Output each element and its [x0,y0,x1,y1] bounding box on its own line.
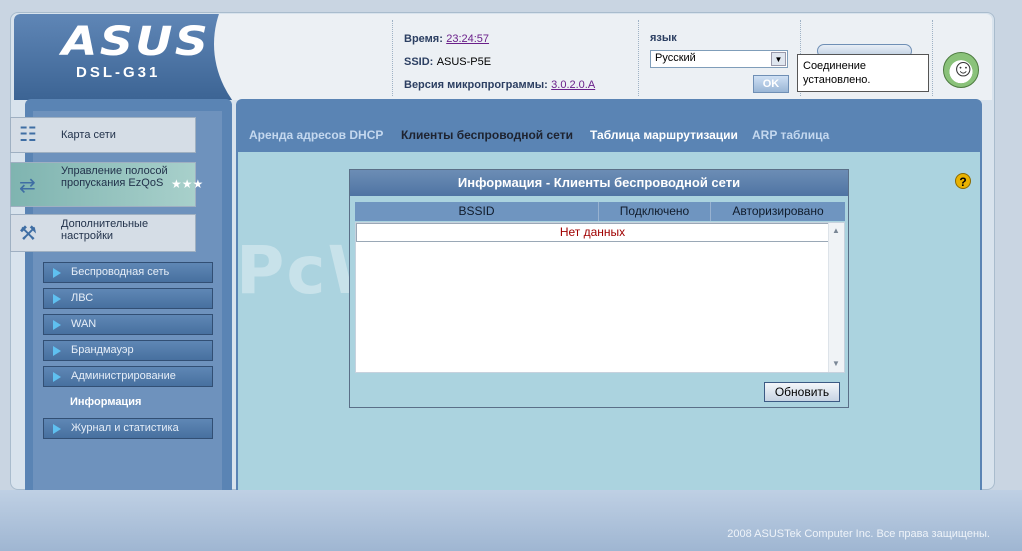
sidebar-item-label: ЛВС [71,292,94,304]
tab-arp-table[interactable]: ARP таблица [752,128,829,142]
table-header: BSSID Подключено Авторизировано [355,202,845,221]
panel-title: Информация - Клиенты беспроводной сети [350,170,848,196]
sidebar-item-lan[interactable]: ЛВС [43,288,213,309]
sidebar-item-log[interactable]: Журнал и статистика [43,418,213,439]
tools-icon: ⚒ [19,223,37,245]
arrow-right-icon [53,346,61,356]
column-header-bssid: BSSID [355,202,599,221]
header-separator [392,20,393,96]
sidebar-item-information[interactable]: Информация [70,396,141,408]
sidebar-item-label: Управление полосой пропускания EzQoS [61,165,168,189]
scroll-up-icon[interactable]: ▲ [832,226,840,235]
chevron-down-icon[interactable]: ▼ [771,52,786,66]
sidebar-item-label: WAN [71,318,97,330]
qos-icon: ⇄ [19,175,36,197]
tab-dhcp-leases[interactable]: Аренда адресов DHCP [249,128,383,142]
column-header-connected: Подключено [599,202,711,221]
language-value: Русский [655,52,696,64]
model-name: DSL-G31 [76,64,161,81]
arrow-right-icon [53,320,61,330]
refresh-button[interactable]: Обновить [764,382,840,402]
no-data-message: Нет данных [356,223,829,242]
header-separator [638,20,639,96]
arrow-right-icon [53,424,61,434]
time-row: Время: 23:24:57 [404,31,489,45]
sidebar-item-network-map[interactable]: ☷ Карта сети [10,117,196,153]
stars-icon: ★★★ [171,177,204,191]
ssid-row: SSID: ASUS-P5E [404,54,491,68]
tab-wireless-clients[interactable]: Клиенты беспроводной сети [401,128,573,142]
clients-list[interactable]: Нет данных ▲ ▼ [355,222,845,373]
firmware-row: Версия микропрограммы: 3.0.2.0.A [404,77,595,91]
status-avatar-icon[interactable] [943,52,979,88]
language-label: язык [650,32,677,44]
sidebar-item-wireless[interactable]: Беспроводная сеть [43,262,213,283]
scroll-down-icon[interactable]: ▼ [832,359,840,368]
ok-button[interactable]: OK [753,75,789,93]
footer-bar [0,490,1022,551]
ssid-label: SSID: [404,56,434,68]
header-separator [932,20,933,96]
column-header-authorized: Авторизировано [732,204,824,218]
sidebar-item-label: Администрирование [71,370,176,382]
brand-logo: ASUS [61,19,211,65]
copyright-text: 2008 ASUSTek Computer Inc. Все права защ… [727,528,990,540]
sidebar-item-label: Брандмауэр [71,344,134,356]
sidebar-item-label: Журнал и статистика [71,422,179,434]
firmware-label: Версия микропрограммы: [404,79,548,91]
tab-routing-table[interactable]: Таблица маршрутизации [590,128,738,142]
sidebar-item-firewall[interactable]: Брандмауэр [43,340,213,361]
connection-tooltip: Соединение установлено. [797,54,929,92]
help-icon[interactable]: ? [955,173,971,189]
network-map-icon: ☷ [19,124,37,146]
time-link[interactable]: 23:24:57 [446,33,489,45]
sidebar-item-administration[interactable]: Администрирование [43,366,213,387]
sidebar-item-wan[interactable]: WAN [43,314,213,335]
arrow-right-icon [53,372,61,382]
sidebar-item-label: Беспроводная сеть [71,266,170,278]
time-label: Время: [404,33,443,45]
firmware-link[interactable]: 3.0.2.0.A [551,79,595,91]
sidebar-item-advanced[interactable]: ⚒ Дополнительные настройки [10,214,196,252]
sidebar-item-label: Дополнительные настройки [61,218,149,242]
language-select[interactable]: Русский ▼ [650,50,788,68]
list-scrollbar[interactable]: ▲ ▼ [828,223,844,372]
arrow-right-icon [53,294,61,304]
sidebar-item-label: Карта сети [61,129,116,141]
wireless-clients-panel: Информация - Клиенты беспроводной сети B… [349,169,849,408]
sidebar-item-ezqos[interactable]: ⇄ Управление полосой пропускания EzQoS ★… [10,162,203,207]
arrow-right-icon [53,268,61,278]
ssid-value: ASUS-P5E [436,56,492,68]
